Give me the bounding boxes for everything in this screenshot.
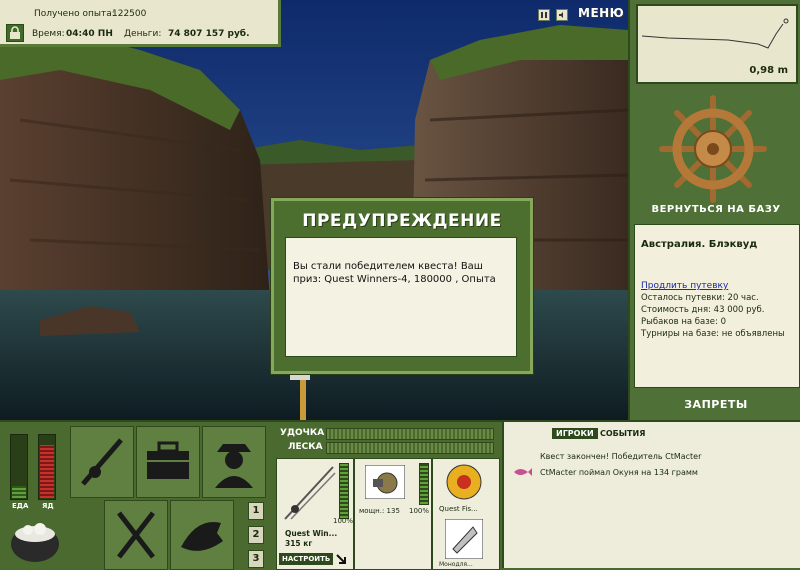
reel-icon — [365, 465, 405, 499]
lock-icon[interactable] — [6, 24, 24, 42]
line-tension-bar — [326, 442, 494, 454]
food-meter — [10, 434, 28, 500]
fish-catch-icon — [514, 468, 532, 476]
money-value: 74 807 157 руб. — [168, 29, 250, 39]
lure-name: Монодля... — [439, 561, 473, 568]
tournaments-status: Турниры на базе: не объявлены — [641, 329, 785, 339]
warning-dialog[interactable]: ПРЕДУПРЕЖДЕНИЕ Вы стали победителем квес… — [271, 198, 533, 374]
fisherman-icon — [215, 444, 253, 488]
reel-condition-meter — [419, 463, 429, 505]
quick-slot-2[interactable]: 2 — [248, 526, 264, 544]
dialog-title: ПРЕДУПРЕЖДЕНИЕ — [302, 211, 502, 231]
slot-food[interactable] — [104, 500, 168, 570]
rod-weight: 315 кг — [285, 539, 313, 548]
sound-icon — [559, 12, 563, 18]
slot-fisherman[interactable] — [202, 426, 266, 498]
rod-label: УДОЧКА — [280, 428, 325, 438]
player-info-panel: Получено опыта: 122500 Время: 04:40 ПН Д… — [0, 0, 281, 47]
tackle-box-icon — [147, 441, 189, 479]
reel-card[interactable]: мощн.: 135 100% — [354, 458, 432, 570]
experience-value: 122500 — [112, 9, 147, 19]
slot-tackle-box[interactable] — [136, 426, 200, 498]
fishing-line-spool-icon — [446, 464, 482, 500]
bait-level-fill — [40, 445, 54, 498]
dialog-body: Вы стали победителем квеста! Ваш приз: Q… — [285, 237, 517, 357]
time-label: Время: — [32, 29, 65, 39]
bottom-panel: ЕДА ЯД 1 2 3 УДОЧКА ЛЕСКА 100% Quest Win… — [0, 420, 800, 570]
depth-chart: 0,98 m — [636, 4, 798, 84]
rod-assembly-icon — [284, 466, 336, 520]
event-item: CtMacter поймал Окуня на 134 грамм — [540, 468, 698, 477]
day-cost: Стоимость дня: 43 000 руб. — [641, 305, 765, 315]
bans-button[interactable]: ЗАПРЕТЫ — [630, 398, 800, 411]
lure-icon — [445, 519, 483, 559]
rod-name: Quest Win... — [285, 529, 338, 538]
event-item: Квест закончен! Победитель CtMacter — [540, 452, 702, 461]
time-value: 04:40 ПН — [66, 29, 113, 39]
depth-value: 0,98 m — [749, 65, 788, 76]
fishers-count: Рыбаков на базе: 0 — [641, 317, 726, 327]
events-panel: ИГРОКИ СОБЫТИЯ Квест закончен! Победител… — [502, 422, 800, 568]
setup-button[interactable]: НАСТРОИТЬ — [279, 553, 334, 565]
reel-power: мощн.: 135 — [359, 507, 400, 515]
arrow-down-right-icon — [336, 554, 346, 564]
permit-remaining: Осталось путевки: 20 час. — [641, 293, 759, 303]
fish-icon — [181, 522, 223, 551]
food-level-fill — [12, 486, 26, 498]
rod-condition-meter — [339, 463, 349, 519]
tab-events[interactable]: СОБЫТИЯ — [596, 428, 649, 439]
fork-knife-icon — [117, 511, 155, 559]
cauldron-icon[interactable] — [8, 514, 62, 564]
reel-percent: 100% — [409, 507, 430, 515]
dialog-message: Вы стали победителем квеста! Ваш приз: Q… — [293, 261, 496, 285]
line-name: Quest Fis... — [439, 505, 478, 513]
line-label: ЛЕСКА — [288, 442, 323, 452]
bait-label: ЯД — [42, 502, 54, 510]
money-label: Деньги: — [124, 29, 162, 39]
experience-label: Получено опыта: — [34, 9, 115, 19]
food-label: ЕДА — [12, 502, 29, 510]
ship-wheel-icon[interactable] — [658, 94, 768, 204]
rod-card[interactable]: 100% Quest Win... 315 кг НАСТРОИТЬ — [276, 458, 354, 570]
menu-button[interactable]: МЕНЮ — [578, 6, 624, 20]
right-sidebar: 0,98 m ВЕРНУТЬСЯ НА БАЗУ Австралия. Блэк… — [628, 0, 800, 420]
slot-fish[interactable] — [170, 500, 234, 570]
base-info-panel: Австралия. Блэквуд Продлить путевку Оста… — [634, 224, 800, 388]
pause-button[interactable] — [538, 9, 550, 21]
quick-slot-1[interactable]: 1 — [248, 502, 264, 520]
line-card[interactable]: Quest Fis... Монодля... — [432, 458, 500, 570]
pause-icon — [541, 12, 547, 18]
fishing-rod-icon — [81, 438, 123, 486]
rod-percent: 100% — [333, 517, 354, 525]
return-to-base-button[interactable]: ВЕРНУТЬСЯ НА БАЗУ — [630, 204, 800, 215]
quick-slot-3[interactable]: 3 — [248, 550, 264, 568]
sound-button[interactable] — [556, 9, 568, 21]
slot-rod[interactable] — [70, 426, 134, 498]
rod-tension-bar — [326, 428, 494, 440]
tab-players[interactable]: ИГРОКИ — [552, 428, 598, 439]
bait-meter — [38, 434, 56, 500]
extend-permit-link[interactable]: Продлить путевку — [641, 281, 728, 291]
location-name: Австралия. Блэквуд — [641, 239, 758, 250]
